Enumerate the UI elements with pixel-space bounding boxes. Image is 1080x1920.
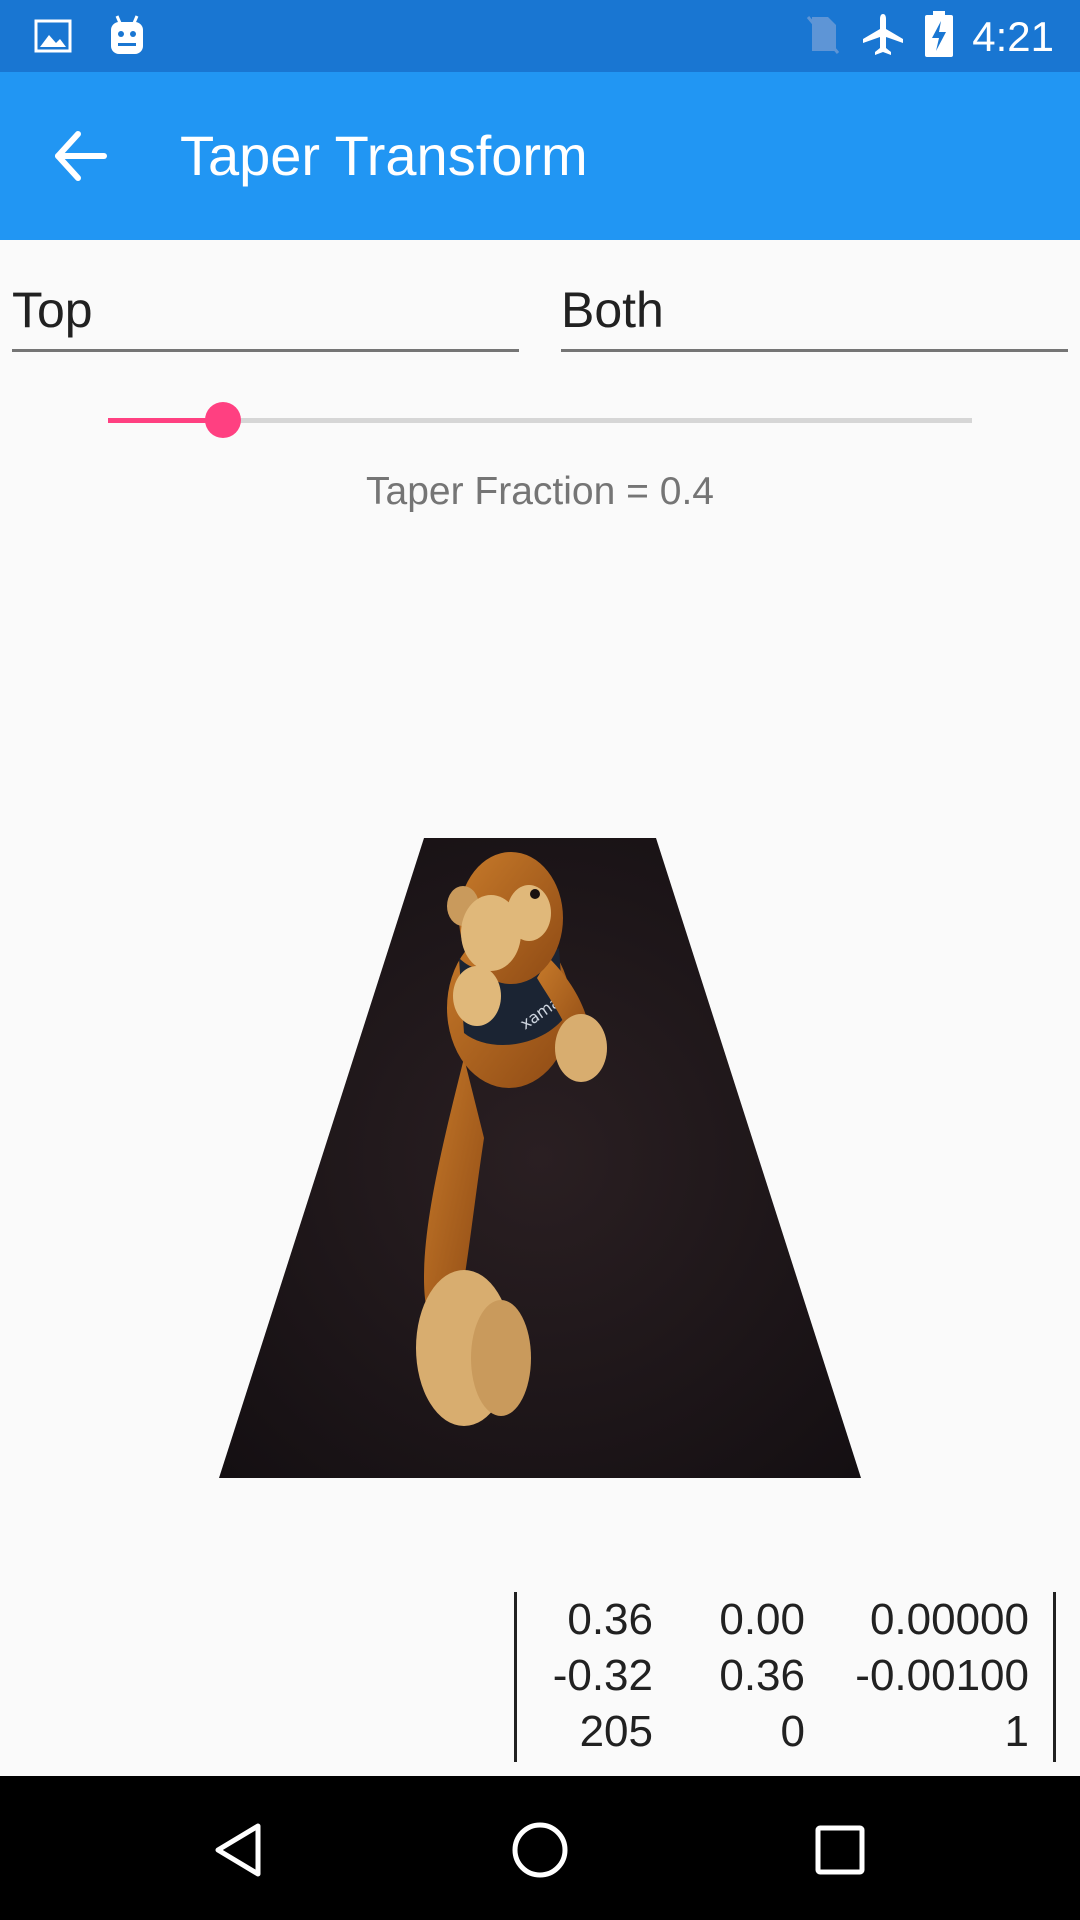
matrix-row: -0.32 0.36 -0.00100: [517, 1648, 1053, 1704]
taper-fraction-label: Taper Fraction = 0.4: [366, 470, 714, 513]
recents-square-icon: [815, 1825, 865, 1875]
matrix-cell: 0.36: [719, 1651, 805, 1700]
status-bar: 4:21: [0, 0, 1080, 72]
page-title: Taper Transform: [180, 124, 588, 187]
matrix-cell: 205: [579, 1707, 653, 1756]
app-bar: Taper Transform: [0, 72, 1080, 240]
android-icon: [108, 14, 146, 63]
status-time: 4:21: [972, 12, 1054, 60]
airplane-mode-icon: [860, 11, 906, 62]
taper-corners-picker[interactable]: Both: [561, 268, 1068, 352]
no-sim-icon: [802, 11, 842, 62]
taper-side-picker[interactable]: Top: [12, 268, 519, 352]
image-icon: [34, 18, 72, 59]
matrix-row: 0.36 0.00 0.00000: [517, 1592, 1053, 1648]
matrix-cell: 1: [1004, 1707, 1029, 1756]
arrow-back-icon: [55, 131, 107, 181]
matrix-row: 205 0 1: [517, 1704, 1053, 1760]
nav-home-button[interactable]: [508, 1818, 572, 1882]
matrix-cell: 0: [780, 1707, 805, 1756]
back-button[interactable]: [48, 122, 116, 190]
navigation-bar: [0, 1776, 1080, 1920]
slider-thumb[interactable]: [205, 402, 241, 438]
nav-back-button[interactable]: [208, 1818, 272, 1882]
matrix-cell: -0.32: [552, 1651, 653, 1700]
home-circle-icon: [512, 1822, 568, 1878]
back-triangle-icon: [215, 1823, 261, 1877]
battery-charging-icon: [924, 10, 954, 63]
matrix-cell: 0.00: [719, 1595, 805, 1644]
matrix-cell: 0.36: [567, 1595, 653, 1644]
nav-recents-button[interactable]: [808, 1818, 872, 1882]
taper-fraction-slider[interactable]: [108, 400, 972, 440]
matrix-cell: 0.00000: [869, 1595, 1029, 1644]
matrix-cell: -0.00100: [855, 1651, 1029, 1700]
tapered-monkey-photo: xamari: [219, 838, 861, 1478]
transform-matrix: 0.36 0.00 0.00000 -0.32 0.36 -0.00100 20…: [514, 1592, 1056, 1762]
